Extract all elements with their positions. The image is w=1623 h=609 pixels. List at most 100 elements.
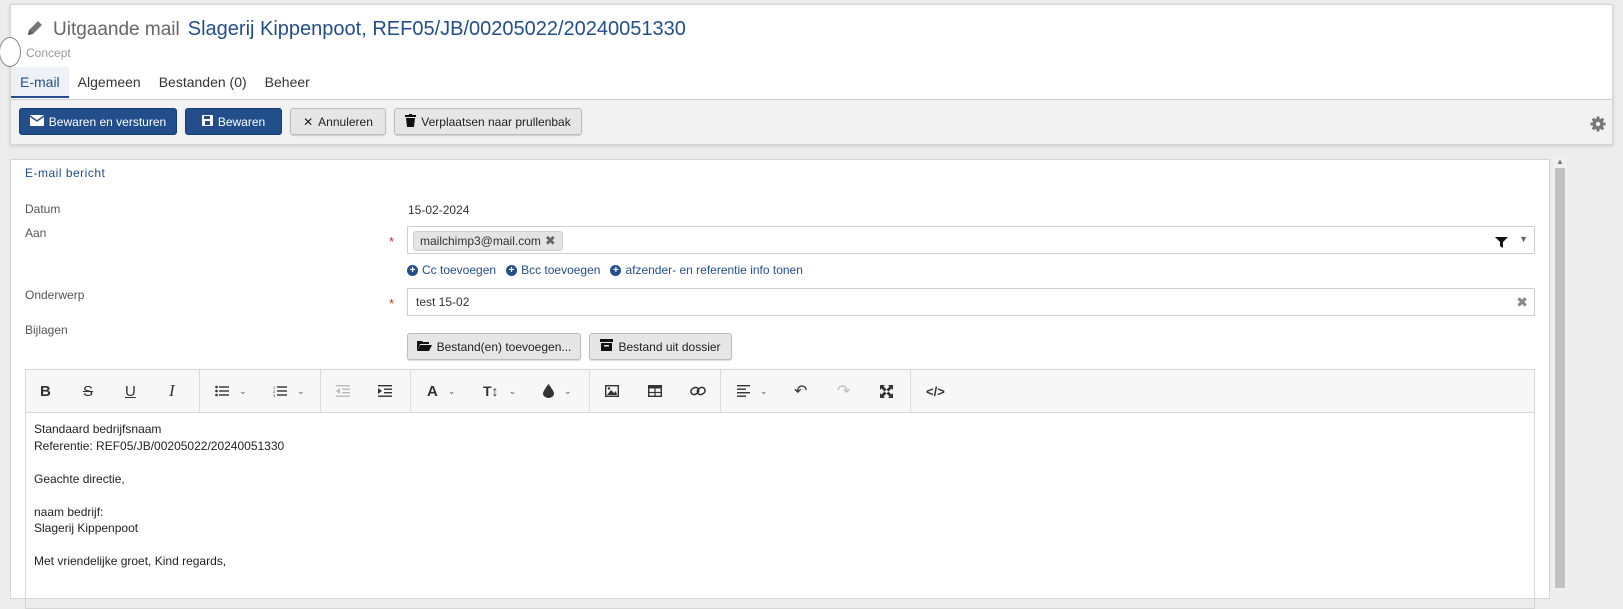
chevron-down-icon[interactable]: ⌄ [509, 386, 517, 397]
text-color-icon[interactable]: ⌄ [543, 381, 572, 401]
add-bcc-label: Bcc toevoegen [521, 263, 601, 277]
chevron-down-icon[interactable]: ⌄ [760, 386, 768, 397]
table-icon[interactable] [648, 381, 662, 401]
folder-open-icon [416, 340, 432, 354]
add-files-label: Bestand(en) toevoegen... [436, 339, 572, 354]
chevron-down-icon[interactable]: ⌄ [564, 386, 572, 397]
underline-icon[interactable]: U [125, 381, 136, 401]
filter-icon[interactable] [1495, 235, 1508, 253]
italic-icon[interactable]: I [169, 381, 175, 401]
indent-icon[interactable] [378, 381, 392, 401]
required-marker: * [389, 234, 395, 249]
envelope-icon [29, 114, 45, 129]
toolbar-divider [199, 370, 200, 413]
tab-management[interactable]: Beheer [256, 67, 319, 98]
chevron-down-icon[interactable]: ⌄ [448, 386, 456, 397]
bold-icon[interactable]: B [40, 381, 51, 401]
undo-icon[interactable]: ↶ [794, 381, 807, 401]
svg-text:3: 3 [273, 393, 276, 397]
save-label: Bewaren [217, 114, 266, 129]
chevron-down-icon[interactable]: ⌄ [239, 386, 247, 397]
floppy-icon [201, 114, 213, 129]
to-label: Aan [25, 226, 47, 240]
code-view-icon[interactable]: </> [926, 381, 945, 401]
from-dossier-label: Bestand uit dossier [618, 339, 721, 354]
title-prefix: Uitgaande mail [53, 19, 180, 40]
editor-line: Referentie: REF05/JB/00205022/2024005133… [34, 438, 285, 453]
subject-value: test 15-02 [416, 295, 470, 309]
back-button[interactable] [0, 37, 21, 67]
pencil-icon [25, 18, 45, 38]
editor-line: Standaard bedrijfsnaam [34, 422, 162, 436]
link-icon[interactable] [690, 381, 706, 401]
fullscreen-icon[interactable] [880, 381, 893, 401]
chevron-down-icon[interactable]: ▼ [1519, 234, 1528, 244]
from-dossier-button[interactable]: Bestand uit dossier [589, 333, 732, 360]
editor-content[interactable]: Standaard bedrijfsnaam Referentie: REF05… [26, 413, 1534, 578]
tab-general[interactable]: Algemeen [69, 67, 150, 98]
recipient-chip: mailchimp3@mail.com ✖ [413, 231, 563, 251]
font-size-icon[interactable]: T↕ ⌄ [483, 381, 516, 401]
save-and-send-button[interactable]: Bewaren en versturen [19, 108, 177, 135]
header-card: Uitgaande mail Slagerij Kippenpoot, REF0… [0, 4, 1613, 145]
save-and-send-label: Bewaren en versturen [48, 114, 167, 129]
scroll-up-icon[interactable]: ▲ [1556, 157, 1564, 166]
subject-label: Onderwerp [25, 288, 85, 302]
tab-email[interactable]: E-mail [11, 67, 69, 98]
tab-files[interactable]: Bestanden (0) [150, 67, 256, 98]
show-sender-info-link[interactable]: + afzender- en referentie info tonen [610, 263, 803, 277]
action-toolbar: Bewaren en versturen Bewaren ✕ Annuleren… [11, 99, 1612, 144]
editor-line: naam bedrijf: [34, 504, 104, 519]
save-button[interactable]: Bewaren [185, 108, 282, 135]
toolbar-divider [910, 370, 911, 413]
add-files-button[interactable]: Bestand(en) toevoegen... [407, 333, 581, 360]
move-to-trash-button[interactable]: Verplaatsen naar prullenbak [394, 108, 582, 135]
tab-bar: E-mail Algemeen Bestanden (0) Beheer [11, 67, 319, 100]
plus-circle-icon: + [407, 264, 418, 276]
close-icon: ✕ [303, 114, 314, 129]
plus-circle-icon: + [506, 264, 518, 276]
align-icon[interactable]: ⌄ [737, 381, 768, 401]
toolbar-divider [410, 370, 411, 413]
trash-icon [405, 113, 417, 130]
strikethrough-icon[interactable]: S [83, 381, 93, 401]
to-field[interactable]: mailchimp3@mail.com ✖ ▼ [407, 226, 1535, 254]
recipient-email: mailchimp3@mail.com [420, 234, 541, 248]
editor-line: Slagerij Kippenpoot [34, 521, 139, 535]
cancel-label: Annuleren [318, 114, 373, 129]
title-main: Slagerij Kippenpoot, REF05/JB/00205022/2… [187, 18, 686, 40]
toolbar-divider [589, 370, 590, 413]
rich-text-editor: B S U I ⌄ 123 ⌄ A ⌄ T↕ ⌄ ⌄ ⌄ ↶ ↷ </> Sta… [25, 369, 1535, 609]
date-value: 15-02-2024 [408, 203, 470, 217]
editor-line: Geachte directie, [34, 471, 125, 486]
add-cc-link[interactable]: + Cc toevoegen [407, 263, 496, 277]
add-bcc-link[interactable]: + Bcc toevoegen [506, 263, 600, 277]
cancel-button[interactable]: ✕ Annuleren [290, 108, 386, 135]
font-family-icon[interactable]: A ⌄ [427, 381, 455, 401]
add-cc-label: Cc toevoegen [422, 263, 497, 277]
scrollbar-thumb[interactable] [1555, 168, 1565, 588]
clear-subject-icon[interactable]: ✖ [1516, 294, 1528, 311]
subject-input[interactable]: test 15-02 ✖ [407, 288, 1535, 316]
page-title: Uitgaande mail Slagerij Kippenpoot, REF0… [25, 15, 686, 41]
required-marker: * [389, 296, 395, 311]
redo-icon[interactable]: ↷ [837, 381, 850, 401]
image-icon[interactable] [605, 381, 619, 401]
editor-toolbar: B S U I ⌄ 123 ⌄ A ⌄ T↕ ⌄ ⌄ ⌄ ↶ ↷ </> [26, 370, 1534, 413]
bullet-list-icon[interactable]: ⌄ [215, 381, 247, 401]
toolbar-divider [720, 370, 721, 413]
status-label: Concept [26, 46, 71, 60]
outdent-icon[interactable] [336, 381, 350, 401]
scrollbar[interactable]: ▲ [1553, 155, 1567, 591]
move-to-trash-label: Verplaatsen naar prullenbak [421, 114, 571, 129]
gear-icon[interactable] [1590, 116, 1606, 132]
show-sender-info-label: afzender- en referentie info tonen [625, 263, 803, 277]
toolbar-divider [320, 370, 321, 413]
remove-recipient-icon[interactable]: ✖ [545, 232, 556, 250]
chevron-down-icon[interactable]: ⌄ [297, 386, 305, 397]
archive-icon [600, 339, 614, 354]
date-label: Datum [25, 202, 61, 216]
numbered-list-icon[interactable]: 123 ⌄ [273, 381, 305, 401]
